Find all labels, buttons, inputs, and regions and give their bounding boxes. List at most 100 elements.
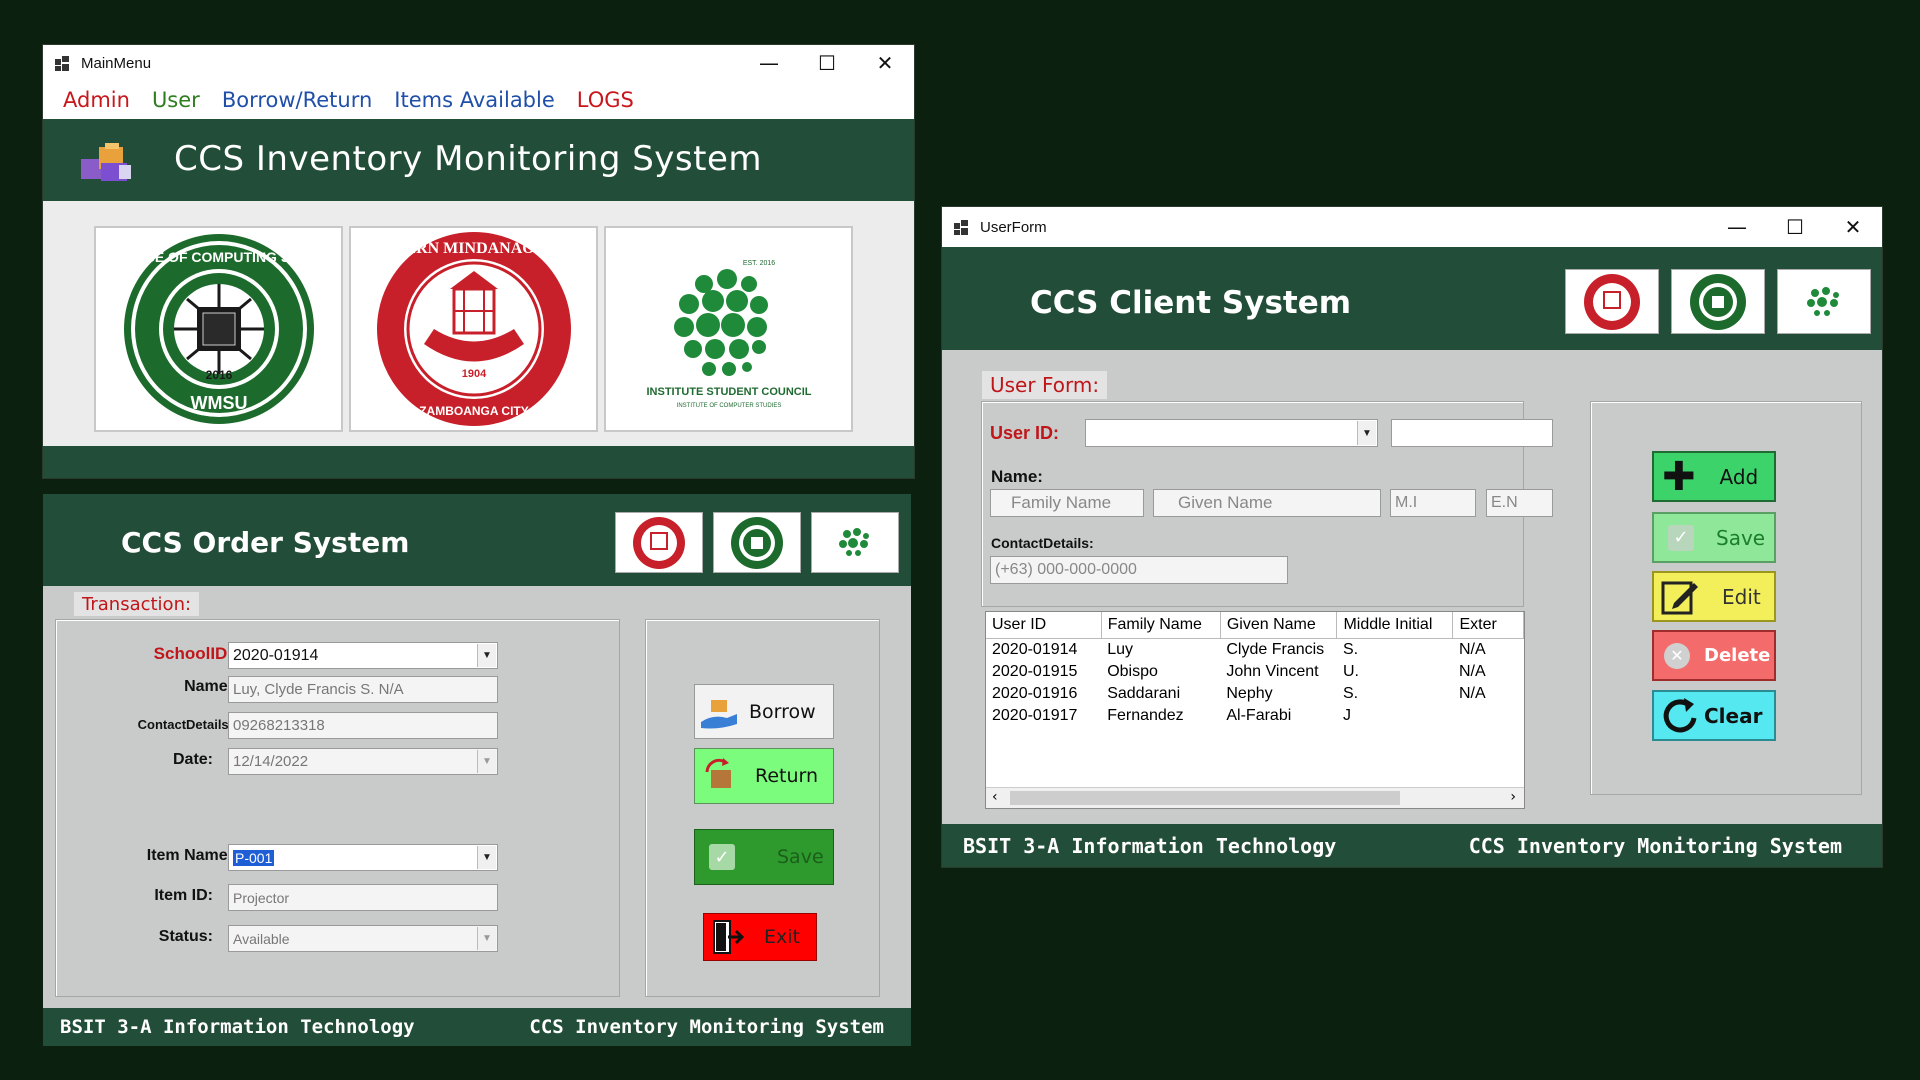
- item-id-field[interactable]: Projector: [228, 884, 498, 911]
- app-icon: [954, 219, 970, 235]
- chevron-down-icon[interactable]: ▼: [1357, 421, 1376, 445]
- user-header-title: CCS Client System: [1030, 285, 1352, 321]
- minimize-button[interactable]: —: [1708, 207, 1766, 247]
- calendar-dropdown-icon[interactable]: ▼: [477, 750, 496, 773]
- svg-text:COLLEGE OF COMPUTING STUDIES: COLLEGE OF COMPUTING STUDIES: [99, 249, 339, 265]
- return-button[interactable]: Return: [694, 748, 834, 804]
- date-picker[interactable]: 12/14/2022 ▼: [228, 748, 498, 775]
- chevron-down-icon[interactable]: ▼: [477, 846, 496, 869]
- item-name-value: P-001: [233, 849, 275, 866]
- ccs-logo: 2016 WMSU COLLEGE OF COMPUTING STUDIES: [94, 226, 343, 432]
- column-header[interactable]: Given Name: [1220, 612, 1338, 639]
- table-cell: J: [1342, 707, 1351, 724]
- save-label: Save: [1716, 525, 1766, 550]
- table-cell: [1453, 705, 1524, 727]
- logo-strip: 2016 WMSU COLLEGE OF COMPUTING STUDIES 1…: [43, 201, 914, 446]
- users-table[interactable]: User ID Family Name Given Name Middle Initi…: [985, 611, 1525, 809]
- main-header: CCS Inventory Monitoring System: [43, 119, 914, 201]
- given-name-field[interactable]: Given Name: [1153, 489, 1381, 517]
- table-row[interactable]: 2020-01917 Fernandez Al-Farabi J: [986, 705, 1524, 727]
- column-header[interactable]: Family Name: [1101, 612, 1221, 639]
- footer-left: BSIT 3-A Information Technology: [60, 1016, 415, 1038]
- window-title: UserForm: [980, 218, 1047, 236]
- table-row[interactable]: 2020-01914 Luy Clyde Francis S. N/A: [986, 639, 1524, 662]
- close-button[interactable]: ✕: [1824, 207, 1882, 247]
- item-name-dropdown[interactable]: P-001 ▼: [228, 844, 498, 871]
- status-dropdown[interactable]: Available ▼: [228, 925, 498, 952]
- column-header[interactable]: Middle Initial: [1336, 612, 1454, 639]
- name-label: Name:: [184, 678, 233, 695]
- column-header[interactable]: Exter: [1452, 612, 1524, 639]
- add-label: Add: [1719, 464, 1759, 489]
- menu-admin[interactable]: Admin: [63, 88, 130, 112]
- borrow-button[interactable]: Borrow: [694, 684, 834, 739]
- horizontal-scrollbar[interactable]: ‹ ›: [986, 787, 1524, 808]
- plus-icon: ✚: [1662, 453, 1696, 500]
- footer-right: CCS Inventory Monitoring System: [1468, 833, 1842, 858]
- scrollbar-thumb[interactable]: [1010, 791, 1400, 805]
- minimize-button[interactable]: —: [740, 45, 798, 81]
- svg-text:EST. 2016: EST. 2016: [742, 260, 774, 267]
- user-id-dropdown[interactable]: ▼: [1085, 419, 1378, 447]
- checkbox-icon: ✓: [709, 844, 735, 870]
- wmsu-logo: 1904 WESTERN MINDANAO STATE ZAMBOANGA CI…: [349, 226, 598, 432]
- chevron-down-icon[interactable]: ▼: [477, 927, 496, 950]
- svg-text:ZAMBOANGA CITY: ZAMBOANGA CITY: [419, 404, 529, 418]
- chevron-down-icon[interactable]: ▼: [477, 644, 496, 667]
- family-name-field[interactable]: Family Name: [990, 489, 1144, 517]
- edit-icon: [1660, 577, 1700, 617]
- footer-right: CCS Inventory Monitoring System: [529, 1016, 884, 1038]
- save-label: Save: [777, 846, 824, 868]
- svg-text:WMSU: WMSU: [190, 393, 247, 413]
- scroll-left-icon[interactable]: ‹: [992, 789, 998, 805]
- order-header: CCS Order System: [43, 494, 911, 586]
- clear-button[interactable]: Clear: [1652, 690, 1776, 741]
- menu-logs[interactable]: LOGS: [577, 88, 634, 112]
- save-button[interactable]: ✓ Save: [1652, 512, 1776, 563]
- status-value: Available: [233, 930, 290, 947]
- wmsu-logo-small: [615, 512, 703, 573]
- menu-borrow-return[interactable]: Borrow/Return: [222, 88, 372, 112]
- menu-user[interactable]: User: [152, 88, 200, 112]
- table-cell: U.: [1342, 663, 1359, 680]
- table-cell: Clyde Francis: [1226, 641, 1325, 658]
- name-field[interactable]: Luy, Clyde Francis S. N/A: [228, 676, 498, 703]
- school-id-dropdown[interactable]: 2020-01914 ▼: [228, 642, 498, 669]
- maximize-button[interactable]: ☐: [1766, 207, 1824, 247]
- table-cell: 2020-01915: [992, 663, 1078, 680]
- table-row[interactable]: 2020-01915 Obispo John Vincent U. N/A: [986, 661, 1524, 683]
- close-button[interactable]: ✕: [856, 45, 914, 81]
- svg-text:INSTITUTE STUDENT COUNCIL: INSTITUTE STUDENT COUNCIL: [646, 386, 811, 398]
- table-cell: Fernandez: [1107, 707, 1184, 724]
- isc-logo-small: [811, 512, 899, 573]
- contact-field[interactable]: (+63) 000-000-0000: [990, 556, 1288, 584]
- transaction-tab[interactable]: Transaction:: [74, 592, 200, 616]
- middle-initial-placeholder: M.I: [1395, 494, 1418, 511]
- middle-initial-field[interactable]: M.I: [1390, 489, 1476, 517]
- item-name-label: Item Name:: [146, 847, 233, 864]
- save-button[interactable]: ✓ Save: [694, 829, 834, 885]
- table-row[interactable]: 2020-01916 Saddarani Nephy S. N/A: [986, 683, 1524, 705]
- scroll-right-icon[interactable]: ›: [1510, 789, 1516, 805]
- menu-items-available[interactable]: Items Available: [394, 88, 554, 112]
- order-system-panel: CCS Order System Transaction: SchoolID: …: [43, 494, 911, 1046]
- contact-field[interactable]: 09268213318: [228, 712, 498, 739]
- name-value: Luy, Clyde Francis S. N/A: [233, 681, 404, 698]
- table-cell: Nephy: [1226, 685, 1273, 702]
- extension-name-field[interactable]: E.N: [1486, 489, 1553, 517]
- delete-button[interactable]: ✕ Delete: [1652, 630, 1776, 681]
- exit-button[interactable]: Exit: [703, 913, 817, 961]
- hand-box-icon: [699, 692, 739, 732]
- school-id-value: 2020-01914: [233, 646, 319, 664]
- table-cell: N/A: [1458, 685, 1486, 702]
- main-menu-titlebar[interactable]: MainMenu — ☐ ✕: [43, 45, 914, 81]
- maximize-button[interactable]: ☐: [798, 45, 856, 81]
- x-circle-icon: ✕: [1664, 642, 1690, 669]
- exit-door-icon: [712, 919, 745, 955]
- add-button[interactable]: ✚ Add: [1652, 451, 1776, 502]
- column-header[interactable]: User ID: [986, 612, 1102, 639]
- user-form-titlebar[interactable]: UserForm — ☐ ✕: [942, 207, 1882, 247]
- user-id-search-field[interactable]: [1391, 419, 1553, 447]
- user-form-tab[interactable]: User Form:: [982, 371, 1108, 399]
- edit-button[interactable]: Edit: [1652, 571, 1776, 622]
